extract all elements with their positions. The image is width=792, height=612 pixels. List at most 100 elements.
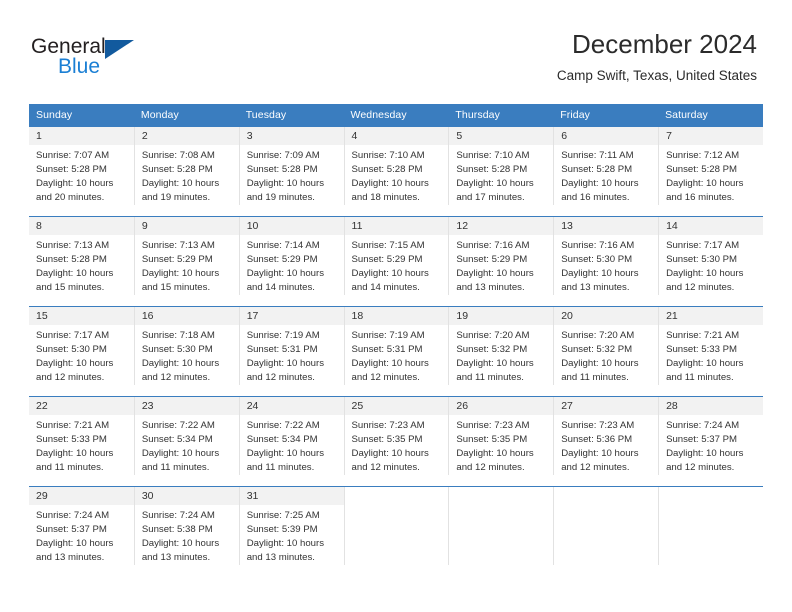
day-cell[interactable]: 18 Sunrise: 7:19 AM Sunset: 5:31 PM Dayligh…	[343, 306, 449, 385]
day-cell[interactable]: 13 Sunrise: 7:16 AM Sunset: 5:30 PM Dayligh…	[553, 216, 659, 295]
day-details: Sunrise: 7:10 AM Sunset: 5:28 PM Daylight:…	[449, 145, 553, 205]
daylight-text-line1: Daylight: 10 hours	[141, 538, 220, 549]
day-number	[449, 487, 553, 505]
generalblue-logo: General Blue	[31, 36, 151, 84]
sunrise-text: Sunrise: 7:20 AM	[456, 330, 530, 341]
day-cell[interactable]: 22 Sunrise: 7:21 AM Sunset: 5:33 PM Dayligh…	[29, 396, 134, 475]
day-cell[interactable]: 4 Sunrise: 7:10 AM Sunset: 5:28 PM Daylight…	[343, 126, 449, 205]
weekday-header-tuesday: Tuesday	[238, 104, 344, 127]
daylight-text-line2: and 12 minutes.	[351, 462, 420, 473]
day-number: 14	[659, 217, 763, 235]
day-number: 21	[659, 307, 763, 325]
day-number: 23	[134, 397, 239, 415]
sunrise-text: Sunrise: 7:07 AM	[36, 150, 110, 161]
day-cell[interactable]: 1 Sunrise: 7:07 AM Sunset: 5:28 PM Daylight…	[29, 126, 134, 205]
day-cell[interactable]: 2 Sunrise: 7:08 AM Sunset: 5:28 PM Daylight…	[133, 126, 239, 205]
daylight-text-line2: and 13 minutes.	[141, 552, 211, 563]
sunrise-text: Sunrise: 7:11 AM	[561, 150, 634, 161]
weekday-header-wednesday: Wednesday	[343, 104, 449, 127]
day-cell[interactable]: 20 Sunrise: 7:20 AM Sunset: 5:32 PM Dayligh…	[553, 306, 659, 385]
daylight-text-line1: Daylight: 10 hours	[561, 268, 639, 279]
day-details: Sunrise: 7:19 AM Sunset: 5:31 PM Daylight:…	[240, 325, 344, 385]
sunrise-text: Sunrise: 7:10 AM	[351, 150, 425, 161]
day-number: 16	[134, 307, 239, 325]
daylight-text-line1: Daylight: 10 hours	[456, 178, 534, 189]
day-number: 29	[29, 487, 134, 505]
day-cell[interactable]: 6 Sunrise: 7:11 AM Sunset: 5:28 PM Daylight…	[553, 126, 659, 205]
day-cell[interactable]: 14 Sunrise: 7:17 AM Sunset: 5:30 PM Dayligh…	[658, 216, 763, 295]
day-cell[interactable]: 17 Sunrise: 7:19 AM Sunset: 5:31 PM Dayligh…	[238, 306, 344, 385]
day-cell[interactable]: 28 Sunrise: 7:24 AM Sunset: 5:37 PM Dayligh…	[658, 396, 763, 475]
week-row: 8 Sunrise: 7:13 AM Sunset: 5:28 PM Daylight…	[29, 216, 763, 295]
sunset-text: Sunset: 5:28 PM	[36, 254, 107, 265]
page-title: December 2024	[572, 29, 757, 59]
day-details: Sunrise: 7:14 AM Sunset: 5:29 PM Daylight:…	[240, 235, 344, 295]
day-cell[interactable]: 8 Sunrise: 7:13 AM Sunset: 5:28 PM Daylight…	[29, 216, 134, 295]
daylight-text-line2: and 13 minutes.	[36, 552, 105, 563]
sunrise-text: Sunrise: 7:23 AM	[456, 420, 530, 431]
sunrise-text: Sunrise: 7:22 AM	[141, 420, 215, 431]
daylight-text-line1: Daylight: 10 hours	[246, 178, 325, 189]
sunset-text: Sunset: 5:37 PM	[36, 524, 107, 535]
day-cell[interactable]: 26 Sunrise: 7:23 AM Sunset: 5:35 PM Dayligh…	[448, 396, 554, 475]
weekday-header-monday: Monday	[133, 104, 239, 127]
daylight-text-line2: and 11 minutes.	[666, 372, 734, 383]
day-number: 24	[239, 397, 344, 415]
day-number: 5	[449, 127, 554, 145]
day-details: Sunrise: 7:18 AM Sunset: 5:30 PM Daylight:…	[135, 325, 239, 385]
sunset-text: Sunset: 5:29 PM	[246, 254, 318, 265]
daylight-text-line2: and 11 minutes.	[456, 372, 524, 383]
sunset-text: Sunset: 5:29 PM	[141, 254, 213, 265]
day-cell[interactable]: 3 Sunrise: 7:09 AM Sunset: 5:28 PM Daylight…	[238, 126, 344, 205]
sunset-text: Sunset: 5:33 PM	[36, 434, 107, 445]
day-cell[interactable]: 9 Sunrise: 7:13 AM Sunset: 5:29 PM Daylight…	[133, 216, 239, 295]
day-cell[interactable]: 19 Sunrise: 7:20 AM Sunset: 5:32 PM Dayligh…	[448, 306, 554, 385]
daylight-text-line1: Daylight: 10 hours	[456, 268, 534, 279]
day-details: Sunrise: 7:23 AM Sunset: 5:35 PM Daylight:…	[345, 415, 449, 475]
sunrise-text: Sunrise: 7:08 AM	[141, 150, 215, 161]
day-cell[interactable]: 16 Sunrise: 7:18 AM Sunset: 5:30 PM Dayligh…	[133, 306, 239, 385]
page-subtitle: Camp Swift, Texas, United States	[556, 68, 757, 83]
day-cell[interactable]: 12 Sunrise: 7:16 AM Sunset: 5:29 PM Dayligh…	[448, 216, 554, 295]
day-number: 20	[554, 307, 659, 325]
day-cell[interactable]: 27 Sunrise: 7:23 AM Sunset: 5:36 PM Dayligh…	[553, 396, 659, 475]
day-cell[interactable]: 5 Sunrise: 7:10 AM Sunset: 5:28 PM Daylight…	[448, 126, 554, 205]
day-details: Sunrise: 7:10 AM Sunset: 5:28 PM Daylight:…	[345, 145, 449, 205]
day-cell[interactable]: 10 Sunrise: 7:14 AM Sunset: 5:29 PM Dayligh…	[238, 216, 344, 295]
daylight-text-line1: Daylight: 10 hours	[666, 178, 744, 189]
daylight-text-line2: and 12 minutes.	[351, 372, 420, 383]
day-details: Sunrise: 7:11 AM Sunset: 5:28 PM Daylight:…	[554, 145, 658, 205]
daylight-text-line2: and 12 minutes.	[456, 462, 525, 473]
day-number: 1	[29, 127, 134, 145]
day-number: 2	[134, 127, 239, 145]
sunrise-text: Sunrise: 7:23 AM	[561, 420, 635, 431]
daylight-text-line1: Daylight: 10 hours	[561, 448, 639, 459]
sunset-text: Sunset: 5:30 PM	[36, 344, 107, 355]
sunset-text: Sunset: 5:31 PM	[351, 344, 423, 355]
calendar-grid: Sunday Monday Tuesday Wednesday Thursday…	[29, 104, 763, 565]
day-details: Sunrise: 7:08 AM Sunset: 5:28 PM Daylight:…	[135, 145, 239, 205]
sunrise-text: Sunrise: 7:15 AM	[351, 240, 425, 251]
sunset-text: Sunset: 5:34 PM	[141, 434, 213, 445]
day-cell[interactable]: 29 Sunrise: 7:24 AM Sunset: 5:37 PM Dayligh…	[29, 486, 134, 565]
day-number: 22	[29, 397, 134, 415]
sunrise-text: Sunrise: 7:17 AM	[666, 240, 740, 251]
daylight-text-line2: and 16 minutes.	[561, 192, 630, 203]
title-block: December 2024 Camp Swift, Texas, United …	[557, 28, 757, 86]
day-cell[interactable]: 30 Sunrise: 7:24 AM Sunset: 5:38 PM Dayligh…	[133, 486, 239, 565]
sunrise-text: Sunrise: 7:13 AM	[36, 240, 110, 251]
daylight-text-line1: Daylight: 10 hours	[246, 538, 325, 549]
day-cell[interactable]: 24 Sunrise: 7:22 AM Sunset: 5:34 PM Dayligh…	[238, 396, 344, 475]
day-number: 25	[344, 397, 449, 415]
day-cell[interactable]: 31 Sunrise: 7:25 AM Sunset: 5:39 PM Dayligh…	[238, 486, 344, 565]
day-cell-empty	[553, 486, 659, 565]
day-cell[interactable]: 7 Sunrise: 7:12 AM Sunset: 5:28 PM Daylight…	[658, 126, 763, 205]
day-cell[interactable]: 23 Sunrise: 7:22 AM Sunset: 5:34 PM Dayligh…	[133, 396, 239, 475]
day-cell[interactable]: 21 Sunrise: 7:21 AM Sunset: 5:33 PM Dayligh…	[658, 306, 763, 385]
daylight-text-line1: Daylight: 10 hours	[351, 448, 429, 459]
day-cell[interactable]: 15 Sunrise: 7:17 AM Sunset: 5:30 PM Dayligh…	[29, 306, 134, 385]
day-cell[interactable]: 11 Sunrise: 7:15 AM Sunset: 5:29 PM Dayligh…	[343, 216, 449, 295]
calendar-body: 1 Sunrise: 7:07 AM Sunset: 5:28 PM Daylight…	[29, 126, 763, 565]
triangle-icon	[105, 40, 134, 59]
day-cell[interactable]: 25 Sunrise: 7:23 AM Sunset: 5:35 PM Dayligh…	[343, 396, 449, 475]
